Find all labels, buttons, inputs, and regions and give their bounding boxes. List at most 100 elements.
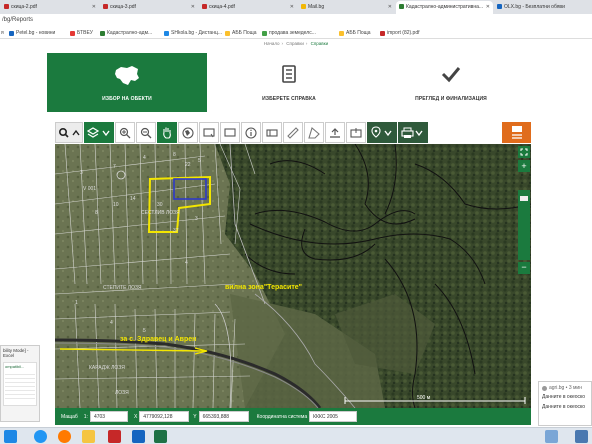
browser-tab-active[interactable]: Кадастрално-административна... ✕ [396,1,493,14]
bookmark[interactable]: продава земеделс... [262,30,316,36]
firefox-icon[interactable] [58,430,71,443]
search-icon[interactable] [34,430,47,443]
bookmark[interactable]: АББ Поща [339,30,371,36]
file-explorer-icon[interactable] [82,430,95,443]
map-label-villa-zone: вилна зона"Терасите" [225,284,302,291]
browser-tab[interactable]: OLX.bg - Безплатни обяви [494,1,592,14]
svg-text:8: 8 [173,152,176,158]
step-select-objects[interactable]: ИЗБОР НА ОБЕКТИ [47,53,207,112]
action-center-icon[interactable] [575,430,588,443]
notifications-icon[interactable] [545,430,558,443]
bookmark[interactable]: я [1,30,4,36]
close-icon[interactable]: ✕ [290,4,294,10]
measure-distance-button[interactable] [283,122,303,143]
breadcrumb-item[interactable]: Начало [264,41,280,46]
zoom-slider[interactable] [518,190,530,260]
upload-button[interactable] [325,122,345,143]
export-button[interactable] [346,122,366,143]
tab-label: Кадастрално-административна... [406,4,484,10]
excel-window-thumbnail[interactable]: bility Mode] - Excel ompatibil... [0,345,40,422]
step-choose-report[interactable]: ИЗБЕРЕТЕ СПРАВКА [209,53,369,112]
bookmark-label: БТВЕУ [77,30,93,36]
notification-source: agri.bg • 3 мин [549,385,582,391]
close-icon[interactable]: ✕ [486,4,490,10]
bookmark[interactable]: АББ Поща [225,30,257,36]
layers-button[interactable] [84,122,114,143]
select-area-icon [224,127,236,137]
globe-icon [182,126,194,139]
zoom-out-icon [140,127,152,138]
tab-label: скица-4.pdf [209,4,235,10]
map-label-road: за с. Здравец и Аврен [120,336,196,343]
url-text[interactable]: /bg/Reports [2,17,33,23]
scale-prefix: 1: [83,413,88,420]
zoom-search-button[interactable] [55,122,83,143]
map-zoom-in-button[interactable]: + [518,160,530,172]
coordinate-system-label: Координатна система [256,413,308,420]
svg-text:30: 30 [157,202,163,208]
fullscreen-button[interactable] [518,146,530,158]
address-bar[interactable]: /bg/Reports [0,14,592,28]
info-button[interactable] [241,122,261,143]
pdf-icon [103,4,108,9]
bookmark-icon [9,30,14,36]
location-button[interactable] [367,122,397,143]
bulgaria-map-icon [115,66,139,85]
bookmark[interactable]: Petel.bg - новини [9,30,55,36]
zoom-slider-handle[interactable] [520,196,528,201]
svg-text:7: 7 [113,164,116,170]
thumbnail-compat: ompatibil... [5,364,25,369]
step-review-finalize[interactable]: ПРЕГЛЕД И ФИНАЛИЗАЦИЯ [371,53,531,112]
breadcrumb-item[interactable]: Справки [286,41,304,46]
bookmark-icon [262,30,267,36]
excel-icon[interactable] [154,430,167,443]
bookmark[interactable]: SHkola.bg - Дистанц... [164,30,222,36]
tab-label: OLX.bg - Безплатни обяви [504,4,565,10]
step-label: ПРЕГЛЕД И ФИНАЛИЗАЦИЯ [415,96,487,102]
map-toolbar [55,120,531,144]
globe-button[interactable] [178,122,198,143]
map-view[interactable]: 374 8 22 5 14 10 8 30 37 3 V 001 СЕСТЛИВ ЛОЗЯ С… [55,144,531,408]
bookmark[interactable]: Кадастрално-адм... [100,30,152,36]
scale-input[interactable]: 4703 [89,411,128,422]
close-icon[interactable]: ✕ [191,4,195,10]
svg-text:СТЕПИТЕ ЛОЗЯ: СТЕПИТЕ ЛОЗЯ [103,285,142,291]
zoom-out-button[interactable] [136,122,156,143]
svg-text:ЛОЗЯ: ЛОЗЯ [115,390,129,396]
browser-tab[interactable]: скица-2.pdf ✕ [1,1,99,14]
browser-tab[interactable]: скица-3.pdf ✕ [100,1,198,14]
acrobat-icon[interactable] [108,430,121,443]
wizard-stepper: ИЗБОР НА ОБЕКТИ ИЗБЕРЕТЕ СПРАВКА ПРЕГЛЕД… [47,53,531,112]
x-coordinate-field[interactable]: 4779092,128 [139,411,190,422]
bookmark[interactable]: БТВЕУ [70,30,93,36]
zoom-in-button[interactable] [115,122,135,143]
browser-tab[interactable]: скица-4.pdf ✕ [199,1,297,14]
bookmark[interactable]: import (82).pdf [380,30,420,36]
measure-area-button[interactable] [304,122,324,143]
info-icon [245,126,257,139]
coordinate-system-select[interactable]: КККС 2005 [309,411,358,422]
close-icon[interactable]: ✕ [92,4,96,10]
document-list-icon [282,65,296,83]
y-coordinate-field[interactable]: 665393,888 [198,411,249,422]
svg-text:3: 3 [195,216,198,222]
map-zoom-out-button[interactable]: − [518,262,530,274]
breadcrumb-item[interactable]: Справки [311,41,329,46]
scale-bar-label: 500 м [417,395,431,401]
pan-button[interactable] [157,122,177,143]
windows-taskbar [0,427,592,444]
select-area-button[interactable] [220,122,240,143]
start-icon[interactable] [4,430,17,443]
clear-button[interactable] [262,122,282,143]
legend-menu-button[interactable] [502,122,531,143]
bookmark-label: Кадастрално-адм... [107,30,153,36]
select-rect-button[interactable] [199,122,219,143]
browser-tab[interactable]: Mail.bg ✕ [298,1,395,14]
scale-label: Мащаб [61,413,78,420]
notification-toast[interactable]: agri.bg • 3 мин Данните в океоско Даннит… [538,381,592,426]
thumbnail-preview: ompatibil... [3,362,37,406]
print-button[interactable] [398,122,428,143]
close-icon[interactable]: ✕ [388,4,392,10]
pdf-icon [4,4,9,9]
word-icon[interactable] [132,430,145,443]
